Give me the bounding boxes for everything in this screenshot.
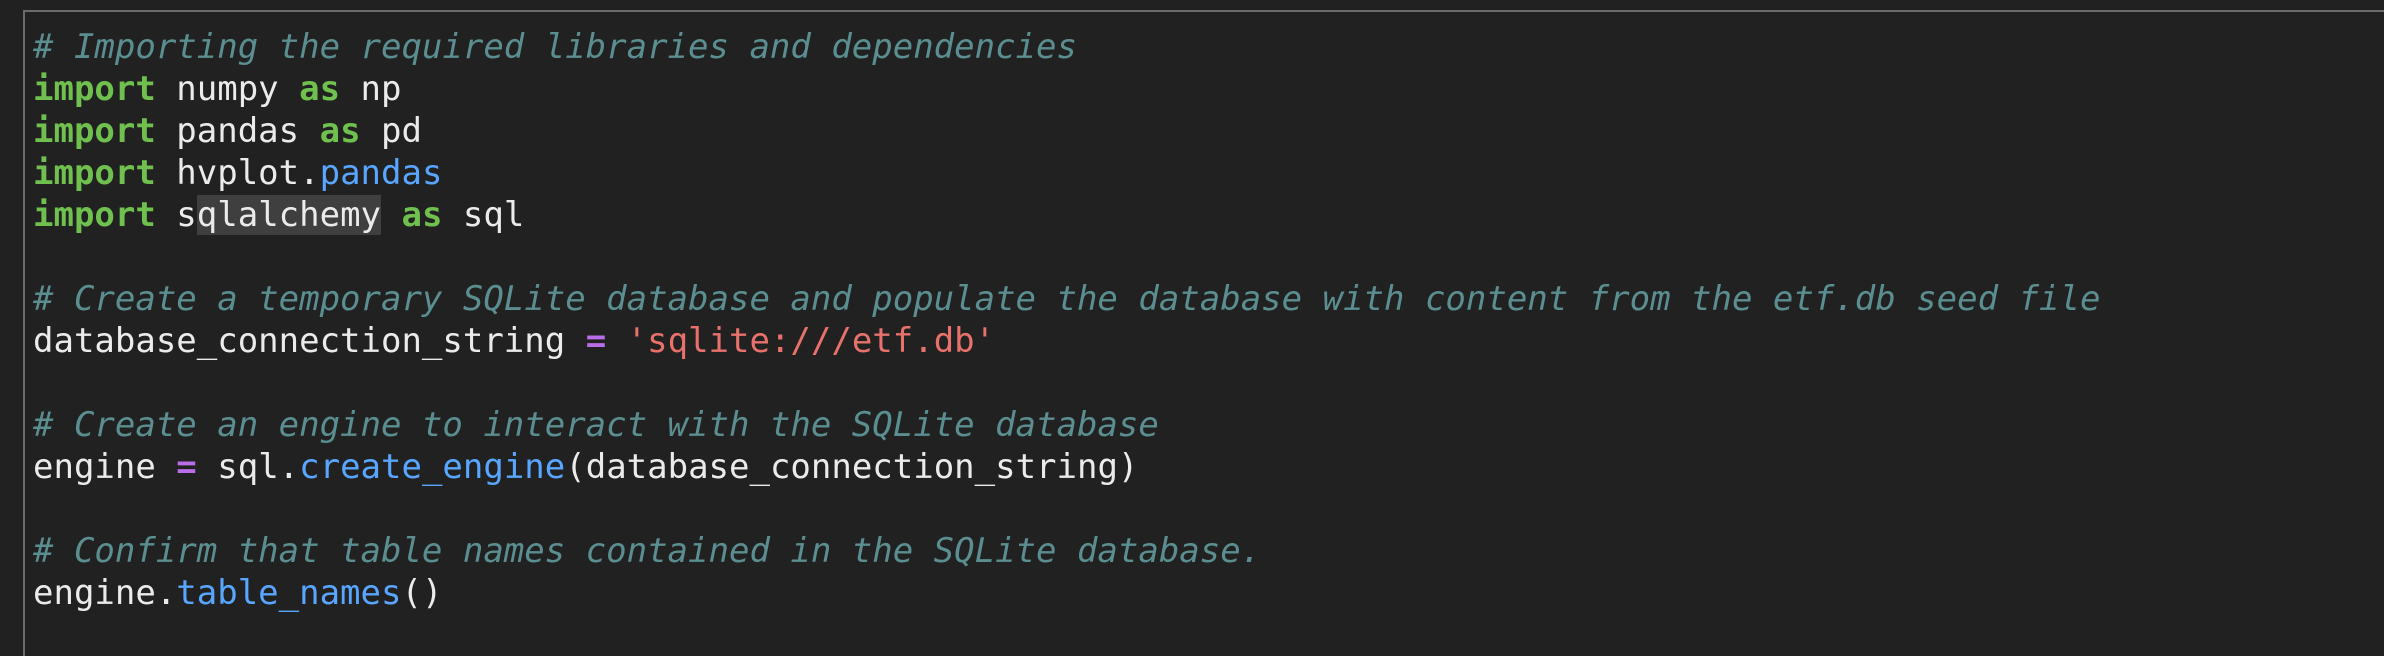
module-alias: np: [340, 69, 402, 109]
function-name: table_names: [176, 573, 402, 613]
module-name: pandas: [155, 111, 320, 151]
keyword-import: import: [33, 69, 156, 109]
code-line: import pandas as pd: [33, 110, 2100, 152]
text-selection-highlight: qlalchemy: [196, 195, 382, 235]
module-alias: sql: [442, 195, 525, 235]
assign-operator: =: [176, 447, 197, 487]
keyword-as: as: [319, 111, 361, 151]
code-line: engine = sql.create_engine(database_conn…: [33, 446, 2100, 488]
code-line: import numpy as np: [33, 68, 2100, 110]
code-cell[interactable]: # Importing the required libraries and d…: [23, 10, 2384, 656]
comment: # Create an engine to interact with the …: [33, 405, 1159, 445]
keyword-as: as: [401, 195, 443, 235]
keyword-import: import: [33, 111, 156, 151]
code-editor[interactable]: # Importing the required libraries and d…: [33, 26, 2100, 614]
keyword-import: import: [33, 153, 156, 193]
function-args: (database_connection_string): [565, 447, 1139, 487]
variable-name: engine: [33, 447, 177, 487]
submodule-name: pandas: [319, 153, 443, 193]
comment: # Confirm that table names contained in …: [33, 531, 1262, 571]
code-line: engine.table_names(): [33, 572, 2100, 614]
object-name: sql.: [196, 447, 300, 487]
code-line: import hvplot.pandas: [33, 152, 2100, 194]
code-line: # Confirm that table names contained in …: [33, 530, 2100, 572]
keyword-import: import: [33, 195, 156, 235]
string-literal: 'sqlite:///etf.db': [626, 321, 996, 361]
module-name: hvplot.: [155, 153, 320, 193]
code-line: database_connection_string = 'sqlite:///…: [33, 320, 2100, 362]
module-name: numpy: [155, 69, 300, 109]
function-name: create_engine: [299, 447, 566, 487]
variable-name: database_connection_string: [33, 321, 586, 361]
module-alias: pd: [360, 111, 422, 151]
assign-operator: =: [585, 321, 607, 361]
comment: # Importing the required libraries and d…: [33, 27, 1077, 67]
code-line: import sqlalchemy as sql: [33, 194, 2100, 236]
keyword-as: as: [299, 69, 341, 109]
module-name-prefix: s: [155, 195, 197, 235]
code-line: # Create a temporary SQLite database and…: [33, 278, 2100, 320]
code-line: # Create an engine to interact with the …: [33, 404, 2100, 446]
function-args: (): [401, 573, 443, 613]
code-line: # Importing the required libraries and d…: [33, 26, 2100, 68]
comment: # Create a temporary SQLite database and…: [33, 279, 2101, 319]
object-name: engine.: [33, 573, 177, 613]
